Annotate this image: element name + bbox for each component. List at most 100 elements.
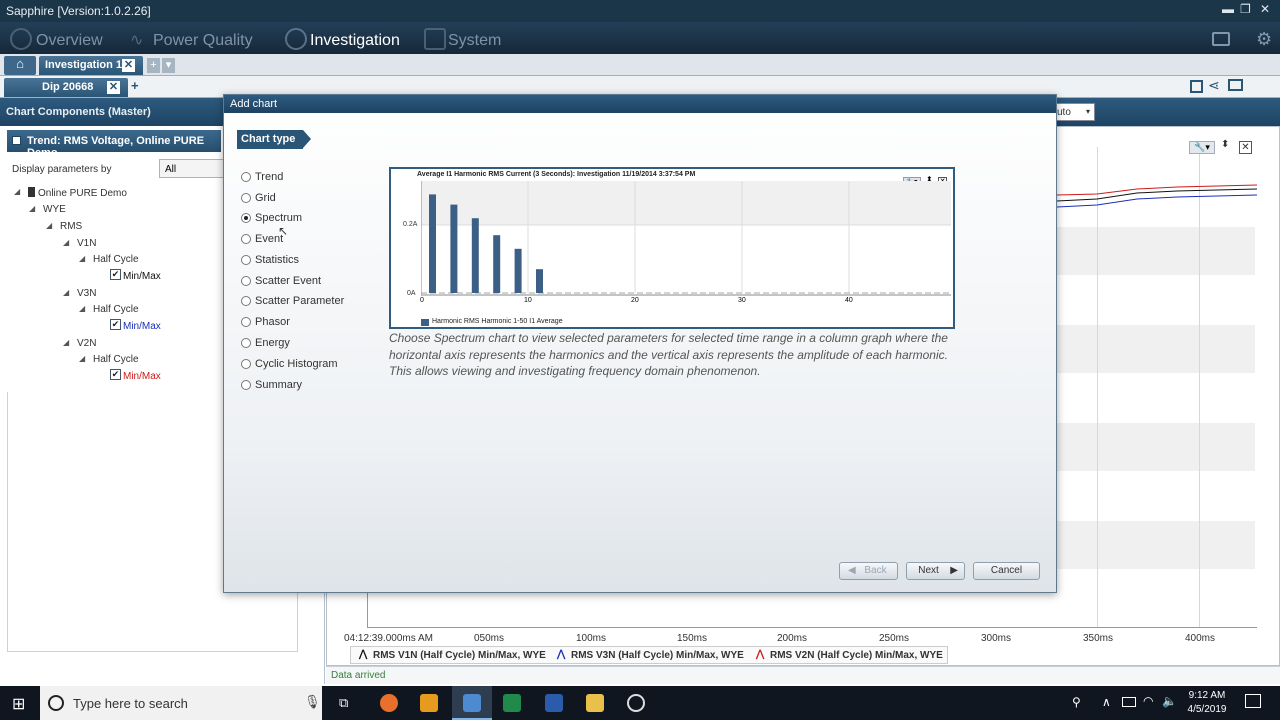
people-icon[interactable]: ⚲ (1072, 695, 1081, 709)
chart-legend: ⋀ RMS V1N (Half Cycle) Min/Max, WYE ⋀ RM… (350, 646, 948, 664)
firefox-icon[interactable] (380, 694, 398, 712)
x-tick-label: 350ms (1083, 633, 1114, 644)
zoom-dropdown[interactable]: uto ▾ (1052, 103, 1095, 121)
collapse-arrow-icon[interactable]: ◢ (79, 254, 85, 263)
taskbar-clock[interactable]: 9:12 AM 4/5/2019 (1182, 689, 1232, 717)
status-text: Data arrived (331, 670, 386, 681)
windows-taskbar: ⊞ Type here to search 🎙 ⧉ ⚲ ∧ ◠ 🔈 9:12 A… (0, 686, 1280, 720)
collapse-arrow-icon[interactable]: ◢ (79, 354, 85, 363)
microphone-icon[interactable]: 🎙 (304, 694, 321, 710)
save-icon[interactable] (1190, 80, 1203, 93)
nav-power-quality[interactable]: Power Quality (153, 32, 253, 50)
share-icon[interactable]: ⋖ (1208, 77, 1220, 94)
minimize-button[interactable]: ▬ (1222, 2, 1234, 16)
export-icon[interactable] (1228, 79, 1243, 91)
radio-button[interactable] (241, 193, 251, 203)
radio-button[interactable] (241, 338, 251, 348)
outlook-icon[interactable] (420, 694, 438, 712)
collapse-arrow-icon[interactable]: ◢ (63, 338, 69, 347)
taskbar-search-box[interactable]: Type here to search 🎙 (40, 686, 322, 720)
nav-investigation[interactable]: Investigation (310, 32, 400, 50)
minmax-checkbox-v3n[interactable]: ✔ (110, 319, 121, 330)
minmax-checkbox-v1n[interactable]: ✔ (110, 269, 121, 280)
minmax-checkbox-v2n[interactable]: ✔ (110, 369, 121, 380)
radio-button[interactable] (241, 255, 251, 265)
radio-button[interactable] (241, 296, 251, 306)
wifi-icon[interactable]: ◠ (1143, 694, 1153, 708)
tree-node-v3n[interactable]: ◢ V3N (63, 288, 96, 299)
back-button[interactable]: ◀ Back (839, 562, 898, 580)
tree-label: Half Cycle (93, 304, 139, 315)
tree-node-rms[interactable]: ◢ RMS (46, 221, 82, 232)
close-dip-tab-icon[interactable]: ✕ (107, 81, 120, 94)
add-chart-tab-button[interactable]: + (131, 78, 145, 96)
tree-node-half-cycle[interactable]: ◢ Half Cycle (79, 304, 139, 315)
preview-x-label: 40 (845, 297, 853, 304)
task-view-icon[interactable]: ⧉ (339, 695, 348, 711)
tree-node-half-cycle[interactable]: ◢ Half Cycle (79, 254, 139, 265)
tree-node-wye[interactable]: ◢ WYE (29, 204, 66, 215)
collapse-arrow-icon[interactable]: ◢ (79, 304, 85, 313)
restore-button[interactable]: ❐ (1240, 2, 1251, 16)
excel-icon[interactable] (503, 694, 521, 712)
component-header[interactable]: Trend: RMS Voltage, Online PURE Demo (7, 130, 221, 159)
tree-node-v2n[interactable]: ◢ V2N (63, 338, 96, 349)
volume-icon[interactable]: 🔈 (1162, 694, 1177, 708)
trend-line-v3n (1057, 194, 1257, 208)
tab-menu-button[interactable]: ▾ (162, 58, 175, 73)
tree-label: WYE (43, 204, 66, 215)
collapse-arrow-icon[interactable]: ◢ (63, 288, 69, 297)
home-icon[interactable]: ⌂ (4, 56, 36, 75)
collapse-arrow-icon[interactable]: ◢ (14, 187, 20, 196)
radio-button[interactable] (241, 380, 251, 390)
file-explorer-icon[interactable] (586, 694, 604, 712)
legend-item-v2n[interactable]: RMS V2N (Half Cycle) Min/Max, WYE (770, 650, 943, 661)
spectrum-bar (536, 269, 543, 293)
preview-x-label: 10 (524, 297, 532, 304)
spectrum-preview: Average I1 Harmonic RMS Current (3 Secon… (389, 167, 955, 329)
tree-label: Online PURE Demo (38, 188, 127, 199)
radio-button[interactable] (241, 276, 251, 286)
windows-start-icon[interactable]: ⊞ (12, 694, 25, 714)
tree-node-half-cycle[interactable]: ◢ Half Cycle (79, 354, 139, 365)
battery-icon[interactable] (1122, 697, 1136, 707)
tree-node-v1n[interactable]: ◢ V1N (63, 238, 96, 249)
chevron-up-icon[interactable]: ∧ (1102, 695, 1111, 709)
add-tab-button[interactable]: + (147, 58, 160, 73)
word-icon[interactable] (545, 694, 563, 712)
close-chart-icon[interactable]: ✕ (1239, 141, 1252, 154)
legend-item-v1n[interactable]: RMS V1N (Half Cycle) Min/Max, WYE (373, 650, 546, 661)
spectrum-bar (493, 235, 501, 293)
option-label: Cyclic Histogram (255, 358, 338, 370)
x-tick-label: 050ms (474, 633, 505, 644)
calendar-icon[interactable] (1212, 32, 1230, 46)
obs-icon[interactable] (627, 694, 645, 712)
tree-node-online-pure-demo[interactable]: ◢ Online PURE Demo (14, 187, 127, 199)
option-label: Energy (255, 337, 290, 349)
settings-gear-icon[interactable]: ⚙ (1256, 29, 1272, 50)
nav-system[interactable]: System (448, 32, 501, 50)
radio-button-selected[interactable] (241, 213, 251, 223)
cortana-icon (48, 695, 64, 711)
close-window-button[interactable]: ✕ (1260, 2, 1270, 16)
collapse-arrow-icon[interactable]: ◢ (29, 204, 35, 213)
chart-tools-icon[interactable]: 🔧▾ (1189, 141, 1215, 154)
radio-button[interactable] (241, 359, 251, 369)
sort-arrows-icon[interactable]: ⬍ (1221, 139, 1229, 150)
collapse-arrow-icon[interactable]: ◢ (63, 238, 69, 247)
cancel-button[interactable]: Cancel (973, 562, 1040, 580)
nav-overview[interactable]: Overview (36, 32, 103, 50)
preview-legend: Harmonic RMS Harmonic 1-50 I1 Average (432, 318, 563, 325)
radio-button[interactable] (241, 234, 251, 244)
next-button[interactable]: Next ▶ (906, 562, 965, 580)
monitor-icon (424, 28, 446, 50)
legend-item-v3n[interactable]: RMS V3N (Half Cycle) Min/Max, WYE (571, 650, 744, 661)
radio-button[interactable] (241, 172, 251, 182)
component-checkbox[interactable] (12, 136, 21, 145)
display-parameters-select[interactable]: All (159, 159, 225, 178)
spectrum-plot (421, 181, 951, 296)
radio-button[interactable] (241, 317, 251, 327)
notifications-icon[interactable] (1245, 694, 1261, 708)
close-tab-icon[interactable]: ✕ (122, 59, 135, 72)
collapse-arrow-icon[interactable]: ◢ (46, 221, 52, 230)
